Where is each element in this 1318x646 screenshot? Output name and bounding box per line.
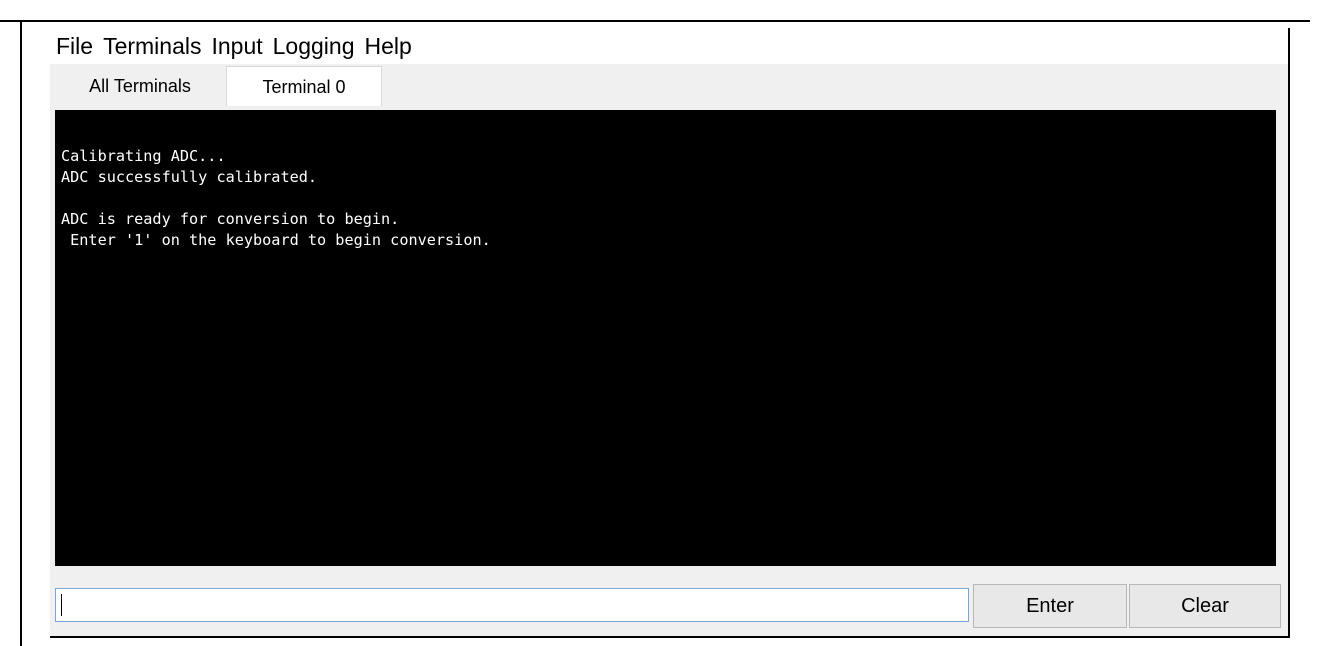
tab-bar: All Terminals Terminal 0 [50, 66, 1288, 106]
console-line: Enter '1' on the keyboard to begin conve… [61, 231, 491, 249]
console-line: ADC successfully calibrated. [61, 168, 318, 186]
menu-input[interactable]: Input [206, 28, 267, 64]
frame-left-border [20, 20, 22, 646]
terminal-output[interactable]: Calibrating ADC... ADC successfully cali… [55, 110, 1276, 566]
console-line: Calibrating ADC... [61, 147, 226, 165]
tab-all-terminals[interactable]: All Terminals [56, 66, 224, 106]
console-line: ADC is ready for conversion to begin. [61, 210, 400, 228]
clear-button[interactable]: Clear [1129, 584, 1281, 628]
enter-button[interactable]: Enter [973, 584, 1127, 628]
command-input[interactable] [55, 588, 969, 622]
menu-logging[interactable]: Logging [268, 28, 360, 64]
menu-help[interactable]: Help [360, 28, 417, 64]
menu-bar: File Terminals Input Logging Help [50, 28, 1288, 64]
text-caret [61, 594, 62, 616]
menu-terminals[interactable]: Terminals [98, 28, 206, 64]
input-row: Enter Clear [55, 584, 1281, 628]
frame-top-border [0, 20, 1310, 22]
menu-file[interactable]: File [50, 28, 98, 64]
tab-terminal-0[interactable]: Terminal 0 [226, 66, 382, 106]
terminal-window: File Terminals Input Logging Help All Te… [50, 28, 1290, 638]
